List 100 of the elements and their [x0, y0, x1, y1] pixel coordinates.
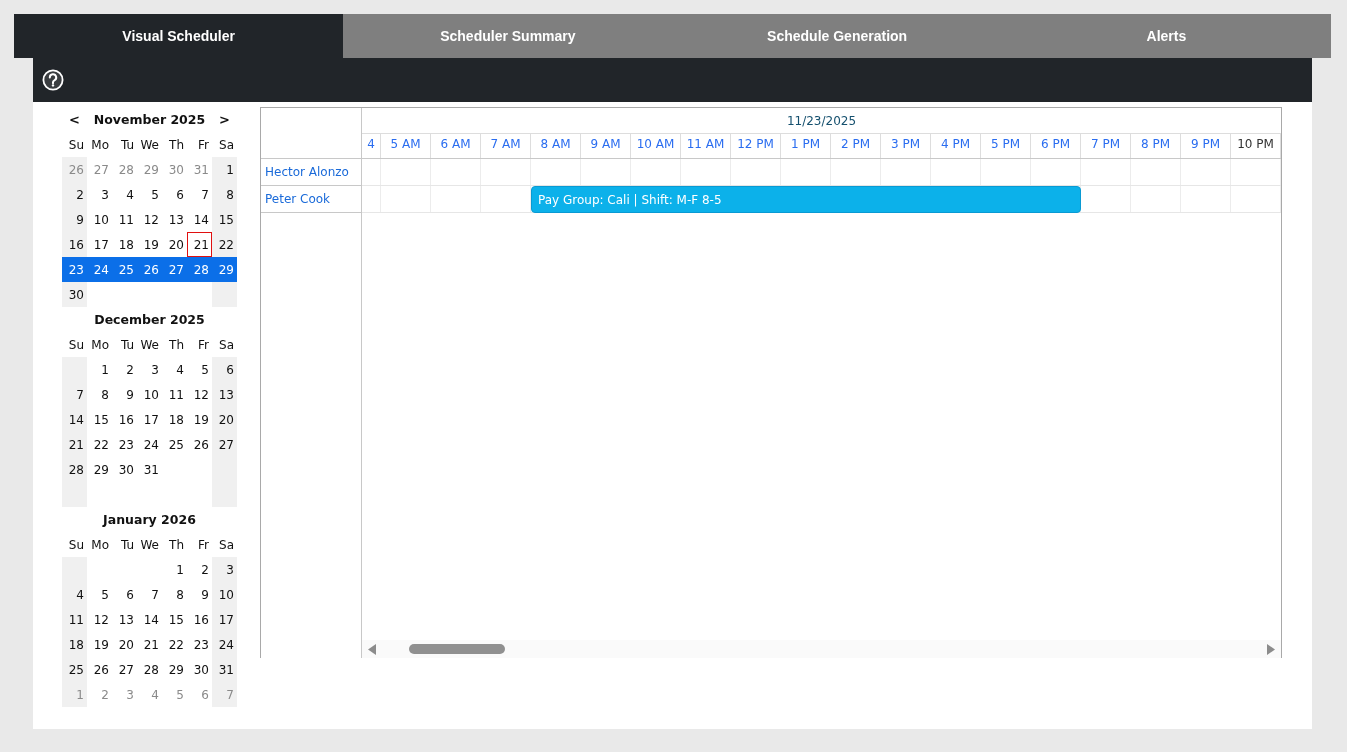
calendar-day[interactable]: 10	[212, 582, 237, 607]
calendar-day[interactable]: 16	[62, 232, 87, 257]
calendar-day[interactable]: 5	[87, 582, 112, 607]
calendar-day[interactable]: 12	[87, 607, 112, 632]
calendar-day[interactable]: 29	[87, 457, 112, 482]
calendar-week[interactable]: 25 26 27 28 29 30 31	[62, 657, 237, 682]
calendar-day[interactable]: 31	[187, 157, 212, 182]
calendar-day[interactable]: 15	[212, 207, 237, 232]
calendar-day[interactable]: 26	[87, 657, 112, 682]
calendar-week[interactable]: 1 2 3	[62, 557, 237, 582]
calendar-day[interactable]: 25	[162, 432, 187, 457]
calendar-day[interactable]: 6	[162, 182, 187, 207]
calendar-week[interactable]: 21 22 23 24 25 26 27	[62, 432, 237, 457]
calendar-day[interactable]: 28	[137, 657, 162, 682]
calendar-day[interactable]: 8	[162, 582, 187, 607]
calendar-day[interactable]: 25	[62, 657, 87, 682]
calendar-day[interactable]: 2	[62, 182, 87, 207]
calendar-day[interactable]: 20	[212, 407, 237, 432]
calendar-day[interactable]: 21	[187, 232, 212, 257]
calendar-day[interactable]: 5	[162, 682, 187, 707]
calendar-day[interactable]: 8	[212, 182, 237, 207]
calendar-day[interactable]: 2	[112, 357, 137, 382]
calendar-day[interactable]: 7	[62, 382, 87, 407]
calendar-day[interactable]: 28	[187, 257, 212, 282]
calendar-day[interactable]: 11	[112, 207, 137, 232]
calendar-day[interactable]: 12	[187, 382, 212, 407]
calendar-day[interactable]: 3	[137, 357, 162, 382]
scroll-left-icon[interactable]	[368, 643, 376, 655]
tab[interactable]: Scheduler Summary	[343, 14, 673, 58]
calendar-day[interactable]: 6	[187, 682, 212, 707]
calendar-day[interactable]: 14	[187, 207, 212, 232]
calendar-day[interactable]: 17	[137, 407, 162, 432]
calendar-day[interactable]: 15	[162, 607, 187, 632]
calendar-day[interactable]: 6	[112, 582, 137, 607]
calendar-day[interactable]: 16	[187, 607, 212, 632]
calendar-day[interactable]: 18	[112, 232, 137, 257]
calendar-day[interactable]: 11	[162, 382, 187, 407]
calendar-week[interactable]: 30	[62, 282, 237, 307]
calendar-day[interactable]: 22	[162, 632, 187, 657]
calendar-day[interactable]: 24	[137, 432, 162, 457]
calendar-day[interactable]: 5	[137, 182, 162, 207]
calendar-week[interactable]: 26 27 28 29 30 31 1	[62, 157, 237, 182]
calendar-day[interactable]: 30	[62, 282, 87, 307]
calendar-day[interactable]: 15	[87, 407, 112, 432]
calendar-week[interactable]: 18 19 20 21 22 23 24	[62, 632, 237, 657]
calendar-day[interactable]: 30	[187, 657, 212, 682]
calendar-day[interactable]: 21	[62, 432, 87, 457]
calendar-day[interactable]: 4	[62, 582, 87, 607]
calendar-day[interactable]: 30	[162, 157, 187, 182]
resource-name[interactable]: Peter Cook	[261, 186, 361, 213]
calendar-week[interactable]: 1 2 3 4 5 6	[62, 357, 237, 382]
calendar-day[interactable]: 7	[137, 582, 162, 607]
calendar-day[interactable]: 27	[212, 432, 237, 457]
calendar-day[interactable]: 27	[112, 657, 137, 682]
calendar-day[interactable]: 5	[187, 357, 212, 382]
calendar-day[interactable]: 26	[137, 257, 162, 282]
calendar-day[interactable]: 3	[87, 182, 112, 207]
calendar-week[interactable]: 1 2 3 4 5 6 7	[62, 682, 237, 707]
calendar-day[interactable]: 14	[137, 607, 162, 632]
calendar-day[interactable]: 18	[62, 632, 87, 657]
calendar-day[interactable]: 11	[62, 607, 87, 632]
calendar-week[interactable]: 4 5 6 7 8 9 10	[62, 582, 237, 607]
calendar-day[interactable]: 27	[87, 157, 112, 182]
calendar-day[interactable]: 8	[87, 382, 112, 407]
calendar-day[interactable]: 9	[62, 207, 87, 232]
calendar-day[interactable]: 13	[162, 207, 187, 232]
calendar-day[interactable]: 19	[187, 407, 212, 432]
calendar-day[interactable]: 10	[87, 207, 112, 232]
calendar-day[interactable]: 17	[87, 232, 112, 257]
calendar-day[interactable]: 1	[87, 357, 112, 382]
calendar-week[interactable]: 28 29 30 31	[62, 457, 237, 482]
calendar-day[interactable]: 25	[112, 257, 137, 282]
help-button[interactable]	[42, 69, 64, 91]
calendar-day[interactable]: 24	[212, 632, 237, 657]
calendar-day[interactable]: 19	[137, 232, 162, 257]
calendar-day[interactable]: 20	[162, 232, 187, 257]
calendar-day[interactable]: 12	[137, 207, 162, 232]
calendar-day[interactable]: 31	[212, 657, 237, 682]
calendar-day[interactable]: 28	[112, 157, 137, 182]
calendar-day[interactable]: 7	[187, 182, 212, 207]
calendar-day[interactable]: 1	[162, 557, 187, 582]
calendar-day[interactable]: 13	[112, 607, 137, 632]
calendar-week[interactable]: 14 15 16 17 18 19 20	[62, 407, 237, 432]
calendar-day[interactable]: 26	[187, 432, 212, 457]
calendar-day[interactable]: 23	[187, 632, 212, 657]
next-month-button[interactable]: >	[212, 109, 237, 130]
calendar-week[interactable]: 2 3 4 5 6 7 8	[62, 182, 237, 207]
tab[interactable]: Alerts	[1001, 14, 1331, 58]
tab[interactable]: Schedule Generation	[672, 14, 1002, 58]
calendar-day[interactable]: 4	[162, 357, 187, 382]
calendar-day[interactable]: 24	[87, 257, 112, 282]
calendar-day[interactable]: 17	[212, 607, 237, 632]
calendar-week[interactable]: 9 10 11 12 13 14 15	[62, 207, 237, 232]
calendar-day[interactable]: 28	[62, 457, 87, 482]
calendar-week[interactable]: 23 24 25 26 27 28 29	[62, 257, 237, 282]
horizontal-scrollbar[interactable]	[362, 640, 1281, 658]
resource-name[interactable]: Hector Alonzo	[261, 159, 361, 186]
prev-month-button[interactable]: <	[62, 109, 87, 130]
calendar-day[interactable]: 2	[187, 557, 212, 582]
calendar-day[interactable]: 9	[187, 582, 212, 607]
